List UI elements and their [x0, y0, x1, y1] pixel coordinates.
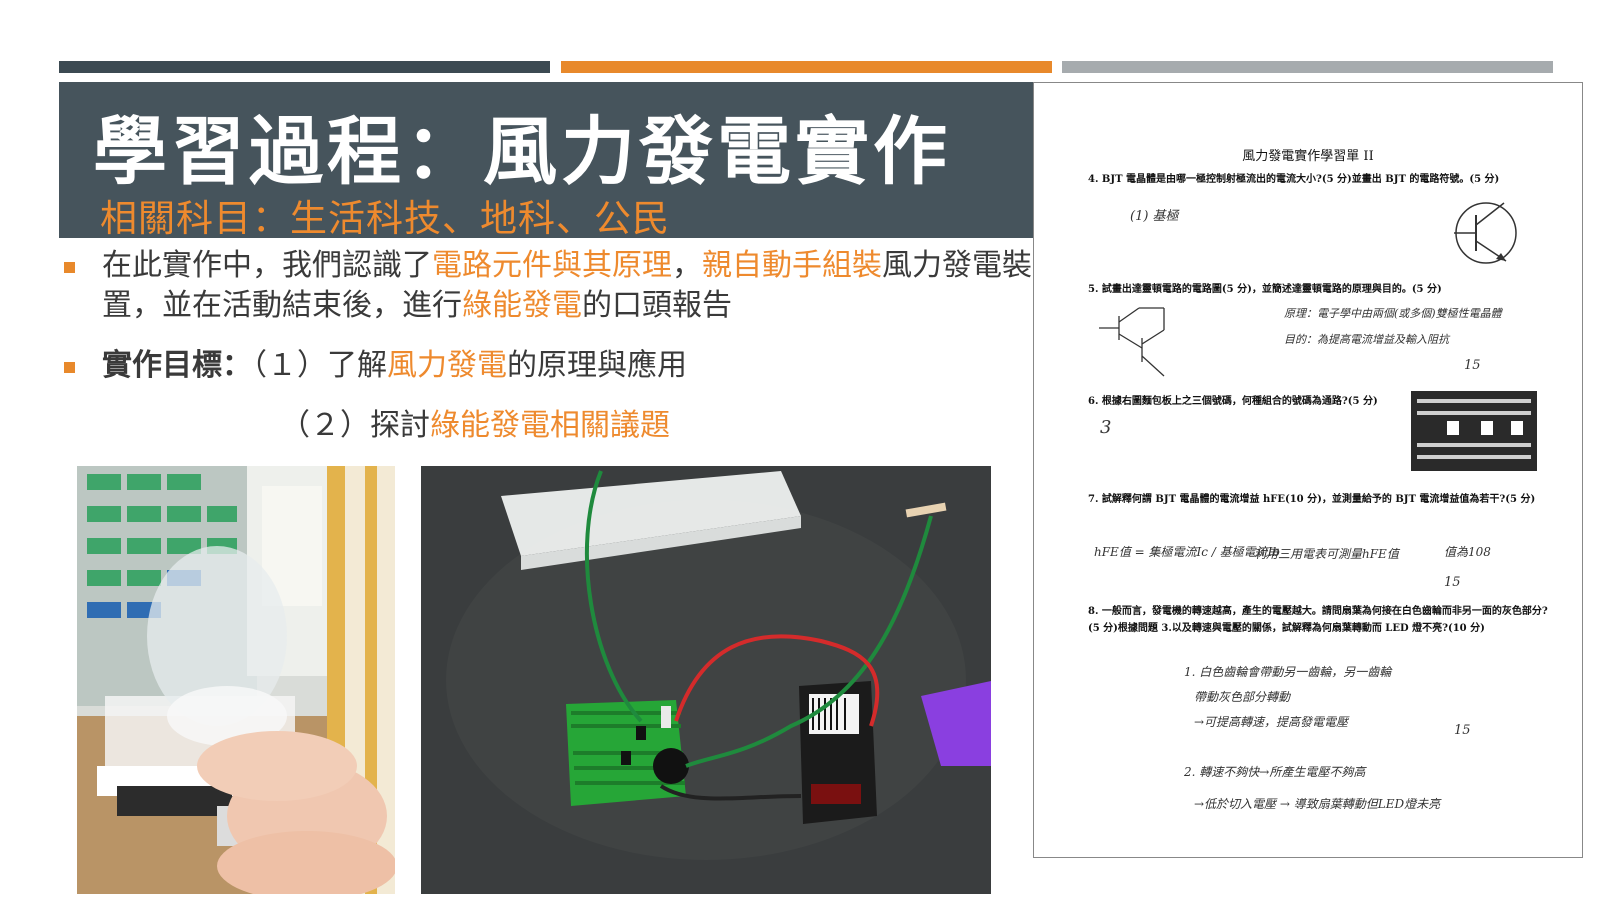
- worksheet-score: 15: [1464, 358, 1481, 373]
- breadboard-figure: [1411, 391, 1537, 471]
- photo-breadboard-circuit: [421, 466, 991, 894]
- worksheet-question-5: 5. 試畫出達靈頓電路的電路圖(5 分)，並簡述達靈頓電路的原理與目的。(5 分…: [1088, 284, 1442, 295]
- bullet-continuation: （２）探討綠能發電相關議題: [62, 406, 1032, 446]
- photo-breadboard-image: [421, 466, 991, 894]
- title-block: 學習過程：風力發電實作 相關科目：生活科技、地科、公民: [59, 82, 1033, 240]
- bullet-text: （１）了解: [252, 348, 387, 383]
- worksheet-answer-7-formula: hFE值 = 集極電流Ic / 基極電流Ib: [1094, 545, 1281, 559]
- bullet-highlight: 綠能發電: [462, 288, 582, 323]
- photo-wind-turbine-image: [77, 466, 395, 894]
- worksheet-score: 15: [1444, 575, 1461, 590]
- bullet-text: ，: [672, 248, 702, 283]
- bullet-item-1: 在此實作中，我們認識了電路元件與其原理，親自動手組裝風力發電裝置，並在活動結束後…: [62, 246, 1032, 326]
- bullet-label: 實作目標：: [102, 348, 252, 383]
- accent-bar-gray: [1062, 61, 1553, 73]
- worksheet-answer-7-value: 值為108: [1444, 545, 1491, 559]
- bullet-item-2: 實作目標：（１）了解風力發電的原理與應用: [62, 346, 1032, 386]
- accent-bar-orange: [561, 61, 1052, 73]
- worksheet-answer-6: 3: [1100, 417, 1112, 438]
- worksheet-question-7: 7. 試解釋何謂 BJT 電晶體的電流增益 hFE(10 分)，並測量給予的 B…: [1088, 494, 1536, 505]
- bjt-symbol-drawing: [1454, 202, 1517, 264]
- worksheet-answer-4: (1) 基極: [1130, 209, 1179, 224]
- worksheet-answer-8-line2: 帶動灰色部分轉動: [1194, 690, 1291, 704]
- slide-subtitle: 相關科目：生活科技、地科、公民: [100, 197, 670, 240]
- worksheet-answer-8-line1: 1. 白色齒輪會帶動另一齒輪，另一齒輪: [1184, 665, 1392, 679]
- worksheet-title: 風力發電實作學習單 II: [1242, 149, 1374, 164]
- worksheet-answer-8-line5: →低於切入電壓 → 導致扇葉轉動但LED燈未亮: [1194, 797, 1441, 811]
- bullet-text: （２）探討: [280, 408, 430, 443]
- bullet-text: 的口頭報告: [582, 288, 732, 323]
- worksheet-score: 15: [1454, 723, 1471, 738]
- worksheet-answer-8-line4: 2. 轉速不夠快→所產生電壓不夠高: [1184, 765, 1366, 779]
- bullet-highlight: 風力發電: [387, 348, 507, 383]
- worksheet-question-6: 6. 根據右圖麵包板上之三個號碼，何種組合的號碼為通路?(5 分): [1088, 396, 1378, 407]
- bullet-text: 的原理與應用: [507, 348, 687, 383]
- bullet-highlight: 親自動手組裝: [702, 248, 882, 283]
- worksheet-question-8: 8. 一般而言，發電機的轉速越高，產生的電壓越大。請問扇葉為何接在白色齒輪而非另…: [1088, 606, 1548, 634]
- bullet-text: 在此實作中，我們認識了: [102, 248, 432, 283]
- worksheet-answer-5-principle: 原理：電子學中由兩個(或多個)雙極性電晶體: [1284, 307, 1502, 320]
- photo-wind-turbine-assembly: [77, 466, 395, 894]
- accent-bar-dark: [59, 61, 550, 73]
- worksheet-scan: 風力發電實作學習單 II 4. BJT 電晶體是由哪一極控制射極流出的電流大小?…: [1033, 82, 1583, 858]
- worksheet-answer-7-method: 利用三用電表可測量hFE值: [1254, 547, 1399, 561]
- darlington-circuit-drawing: [1099, 307, 1165, 377]
- worksheet-answer-5-purpose: 目的：為提高電流增益及輸入阻抗: [1284, 333, 1449, 346]
- bullet-highlight: 電路元件與其原理: [432, 248, 672, 283]
- slide-title: 學習過程：風力發電實作: [93, 109, 951, 195]
- bullet-highlight: 綠能發電相關議題: [430, 408, 670, 443]
- worksheet-answer-8-line3: →可提高轉速，提高發電電壓: [1194, 715, 1349, 729]
- bullet-list: 在此實作中，我們認識了電路元件與其原理，親自動手組裝風力發電裝置，並在活動結束後…: [62, 246, 1032, 446]
- worksheet-question-4: 4. BJT 電晶體是由哪一極控制射極流出的電流大小?(5 分)並畫出 BJT …: [1088, 174, 1500, 185]
